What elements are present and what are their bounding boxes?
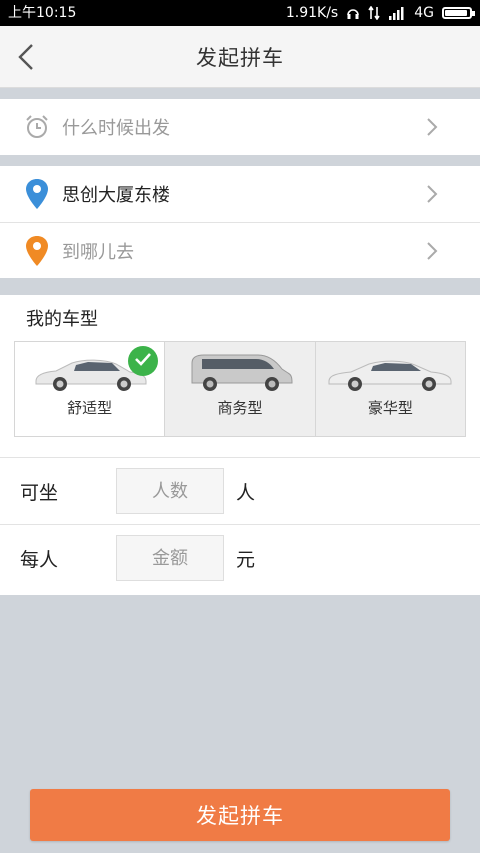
checkmark-icon: [128, 346, 159, 376]
seats-row: 可坐 人: [0, 457, 480, 524]
origin-row[interactable]: 思创大厦东楼: [0, 166, 480, 222]
minivan-car-icon: [191, 354, 293, 391]
status-bar: 上午10:15 1.91K/s 4G: [0, 0, 480, 26]
luxury-car-icon: [328, 360, 452, 391]
destination-placeholder: 到哪儿去: [62, 241, 134, 263]
chevron-right-icon: [427, 118, 438, 136]
price-input[interactable]: [116, 535, 224, 581]
chevron-right-icon: [427, 185, 438, 203]
title-bar: 发起拼车: [0, 26, 480, 88]
car-option-label: 舒适型: [67, 399, 113, 417]
status-network: 4G: [414, 5, 434, 21]
map-pin-icon: [22, 235, 52, 266]
destination-row[interactable]: 到哪儿去: [0, 222, 480, 278]
price-label: 每人: [20, 548, 59, 571]
chevron-left-icon[interactable]: [14, 42, 40, 72]
signal-icon: [389, 7, 404, 20]
car-info-section: 我的车型 舒适型 商务型 豪华型 可坐 人数 人 每人 金额 元: [0, 295, 480, 595]
seats-input[interactable]: [116, 468, 224, 514]
car-option-label: 豪华型: [367, 399, 413, 417]
car-option-comfort[interactable]: 舒适型: [15, 342, 165, 436]
headset-icon: [347, 9, 360, 19]
car-type-title: 我的车型: [26, 309, 98, 330]
status-indicators: 1.91K/s 4G: [285, 0, 475, 26]
status-speed: 1.91K/s: [285, 5, 339, 21]
price-row: 每人 元: [0, 524, 480, 591]
chevron-right-icon: [427, 242, 438, 260]
departure-time-row[interactable]: 什么时候出发: [0, 99, 480, 155]
seats-label: 可坐: [20, 481, 59, 504]
alarm-clock-icon: [22, 112, 52, 142]
page-title: 发起拼车: [196, 45, 284, 70]
price-unit: 元: [236, 548, 256, 571]
car-option-luxury[interactable]: 豪华型: [314, 342, 465, 436]
departure-time-placeholder: 什么时候出发: [62, 118, 170, 139]
route-section: 思创大厦东楼 到哪儿去: [0, 166, 480, 278]
departure-section: 什么时候出发: [0, 99, 480, 155]
data-transfer-icon: [368, 6, 380, 20]
car-option-label: 商务型: [217, 399, 263, 417]
origin-text: 思创大厦东楼: [62, 185, 170, 206]
status-time: 上午10:15: [8, 5, 77, 21]
map-pin-icon: [22, 179, 52, 209]
car-type-selector: 舒适型 商务型 豪华型: [14, 341, 466, 437]
battery-icon: [442, 7, 475, 19]
seats-unit: 人: [236, 481, 256, 504]
submit-carpool-button[interactable]: 发起拼车: [30, 789, 450, 841]
car-option-business[interactable]: 商务型: [164, 342, 315, 436]
